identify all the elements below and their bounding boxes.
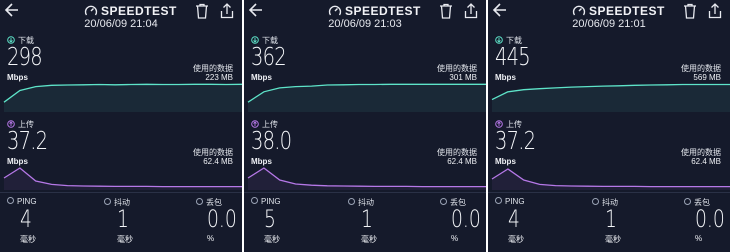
speedtest-logo-icon: [572, 4, 586, 18]
ping-stat: PING 5 毫秒: [251, 193, 331, 252]
download-curve-area: [492, 84, 730, 112]
download-graph: [247, 83, 486, 112]
upload-graph: [247, 167, 486, 190]
upload-unit: Mbps: [495, 157, 516, 166]
trash-icon[interactable]: [683, 3, 697, 19]
jitter-value: 1: [361, 205, 373, 233]
download-speed: 362: [251, 42, 287, 71]
download-unit: Mbps: [7, 73, 28, 82]
back-arrow-icon[interactable]: [4, 1, 20, 19]
jitter-stat: 抖动 1 毫秒: [592, 193, 672, 252]
loss-stat: 丢包 0.0 %: [440, 193, 486, 252]
loss-icon: [196, 198, 203, 206]
download-graph: [491, 83, 730, 112]
loss-icon: [684, 198, 691, 206]
loss-value: 0.0: [207, 205, 237, 233]
upload-unit: Mbps: [251, 157, 272, 166]
ping-value: 5: [264, 205, 276, 233]
upload-used-value: 62.4 MB: [447, 157, 477, 166]
download-curve-area: [4, 84, 242, 112]
download-unit: Mbps: [495, 73, 516, 82]
upload-speed: 38.0: [251, 126, 292, 155]
result-panel-1: SPEEDTEST 20/06/09 21:04 下载 298 Mbps 使用的…: [0, 0, 242, 252]
jitter-unit: 毫秒: [361, 235, 377, 244]
jitter-icon: [104, 198, 111, 206]
test-date: 20/06/09 21:01: [572, 18, 646, 30]
top-bar: SPEEDTEST 20/06/09 21:01: [488, 0, 730, 30]
download-used-value: 223 MB: [205, 73, 233, 82]
upload-unit: Mbps: [7, 157, 28, 166]
share-icon[interactable]: [220, 3, 234, 19]
speedtest-logo-icon: [328, 4, 342, 18]
ping-unit: 毫秒: [20, 235, 36, 244]
back-arrow-icon[interactable]: [492, 1, 508, 19]
loss-unit: %: [207, 234, 215, 243]
share-icon[interactable]: [708, 3, 722, 19]
upload-used-value: 62.4 MB: [691, 157, 721, 166]
trash-icon[interactable]: [439, 3, 453, 19]
app-brand: SPEEDTEST: [101, 4, 177, 18]
download-used-value: 569 MB: [693, 73, 721, 82]
top-bar: SPEEDTEST 20/06/09 21:03: [244, 0, 486, 30]
ping-unit: 毫秒: [264, 235, 280, 244]
download-used-value: 301 MB: [449, 73, 477, 82]
download-unit: Mbps: [251, 73, 272, 82]
loss-unit: %: [695, 234, 703, 243]
ping-value: 4: [20, 205, 32, 233]
loss-value: 0.0: [695, 205, 725, 233]
loss-stat: 丢包 0.0 %: [196, 193, 242, 252]
upload-graph: [3, 167, 242, 190]
upload-speed: 37.2: [7, 126, 48, 155]
app-brand: SPEEDTEST: [345, 4, 421, 18]
jitter-stat: 抖动 1 毫秒: [348, 193, 428, 252]
screenshot-collage: SPEEDTEST 20/06/09 21:04 下载 298 Mbps 使用的…: [0, 0, 730, 252]
jitter-stat: 抖动 1 毫秒: [104, 193, 184, 252]
jitter-unit: 毫秒: [117, 235, 133, 244]
loss-unit: %: [451, 234, 459, 243]
loss-stat: 丢包 0.0 %: [684, 193, 730, 252]
result-panel-2: SPEEDTEST 20/06/09 21:03 下载 362 Mbps 使用的…: [244, 0, 486, 252]
jitter-icon: [348, 198, 355, 206]
upload-used-value: 62.4 MB: [203, 157, 233, 166]
ping-icon: [495, 197, 502, 205]
test-date: 20/06/09 21:04: [84, 18, 158, 30]
loss-value: 0.0: [451, 205, 481, 233]
ping-stat: PING 4 毫秒: [7, 193, 87, 252]
share-icon[interactable]: [464, 3, 478, 19]
loss-icon: [440, 198, 447, 206]
back-arrow-icon[interactable]: [248, 1, 264, 19]
download-graph: [3, 83, 242, 112]
ping-value: 4: [508, 205, 520, 233]
download-speed: 298: [7, 42, 43, 71]
test-date: 20/06/09 21:03: [328, 18, 402, 30]
top-bar: SPEEDTEST 20/06/09 21:04: [0, 0, 242, 30]
jitter-value: 1: [605, 205, 617, 233]
jitter-value: 1: [117, 205, 129, 233]
ping-unit: 毫秒: [508, 235, 524, 244]
result-panel-3: SPEEDTEST 20/06/09 21:01 下载 445 Mbps 使用的…: [488, 0, 730, 252]
ping-icon: [251, 197, 258, 205]
upload-graph: [491, 168, 730, 190]
download-curve-area: [248, 84, 486, 112]
speedtest-logo-icon: [84, 4, 98, 18]
ping-icon: [7, 197, 14, 205]
jitter-icon: [592, 198, 599, 206]
trash-icon[interactable]: [195, 3, 209, 19]
app-brand: SPEEDTEST: [589, 4, 665, 18]
ping-stat: PING 4 毫秒: [495, 193, 575, 252]
jitter-unit: 毫秒: [605, 235, 621, 244]
download-speed: 445: [495, 42, 531, 71]
upload-speed: 37.2: [495, 126, 536, 155]
